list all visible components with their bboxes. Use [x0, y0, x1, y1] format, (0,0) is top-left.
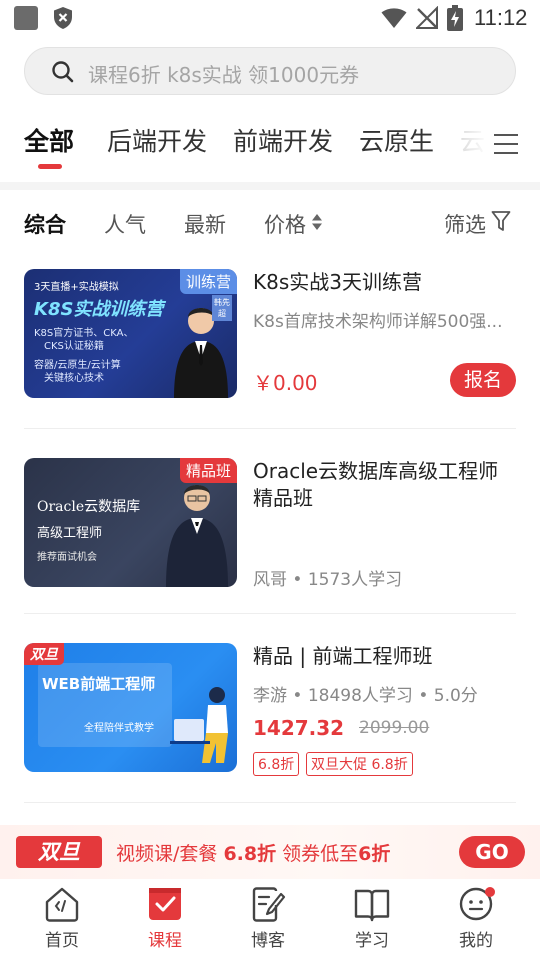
- course-tags: 6.8折 双旦大促 6.8折: [253, 752, 516, 776]
- nav-courses[interactable]: 课程: [125, 885, 205, 951]
- course-price: ￥0.00: [253, 371, 318, 395]
- courses-icon: [149, 888, 181, 920]
- clock: 11:12: [474, 5, 528, 30]
- sort-price[interactable]: 价格: [264, 209, 306, 239]
- thumb-text: 3天直播+实战模拟: [34, 282, 119, 293]
- nav-label: 博客: [251, 931, 285, 951]
- blog-icon: [252, 887, 286, 922]
- thumb-text: 全程陪伴式教学: [84, 723, 154, 734]
- course-thumbnail: 3天直播+实战模拟 K8S实战训练营 K8S官方证书、CKA、 CKS认证秘籍 …: [24, 269, 237, 398]
- section-divider: [0, 182, 540, 190]
- course-thumbnail: Oracle云数据库 高级工程师 推荐面试机会 精品班: [24, 458, 237, 587]
- nav-home[interactable]: 首页: [22, 885, 102, 951]
- nav-label: 首页: [45, 931, 79, 951]
- course-price: 1427.32: [253, 716, 345, 740]
- course-subtitle: K8s首席技术架构师详解500强...: [253, 312, 503, 332]
- menu-icon[interactable]: [494, 134, 518, 156]
- divider: [24, 802, 516, 803]
- notification-dot: [485, 887, 495, 897]
- nav-mine[interactable]: 我的: [436, 885, 516, 951]
- signup-button[interactable]: 报名: [450, 363, 516, 397]
- thumb-text: CKS认证秘籍: [44, 341, 104, 352]
- discount-tag: 6.8折: [253, 752, 300, 776]
- course-badge: 训练营: [179, 269, 237, 294]
- sort-bar: 综合 人气 最新 价格 筛选: [0, 195, 540, 250]
- sort-newest[interactable]: 最新: [184, 209, 226, 239]
- course-title: 精品 | 前端工程师班: [253, 644, 433, 668]
- thumb-text: 关键核心技术: [44, 373, 104, 384]
- illustration-developer: [170, 687, 228, 763]
- filter-icon[interactable]: [491, 210, 511, 232]
- thumb-text: 推荐面试机会: [37, 552, 97, 563]
- course-meta: 李游 • 18498人学习 • 5.0分: [253, 686, 478, 706]
- course-badge: 精品班: [179, 458, 237, 483]
- course-title: Oracle云数据库高级工程师精品班: [253, 459, 499, 510]
- promo-banner[interactable]: 双旦 视频课/套餐 6.8折 领券低至6折 GO: [0, 825, 540, 879]
- course-card[interactable]: 3天直播+实战模拟 K8S实战训练营 K8S官方证书、CKA、 CKS认证秘籍 …: [24, 269, 516, 399]
- course-original-price: 2099.00: [359, 718, 430, 738]
- promo-tag: 双旦大促 6.8折: [306, 752, 413, 776]
- teacher-photo: [166, 485, 228, 587]
- battery-charging-icon: [447, 5, 463, 31]
- tab-frontend[interactable]: 前端开发: [233, 122, 333, 158]
- divider: [24, 613, 516, 614]
- sort-arrows-icon: [312, 214, 322, 230]
- teacher-name-tag: 韩先超: [212, 295, 232, 321]
- thumb-heading: WEB前端工程师: [42, 675, 156, 693]
- promo-logo: 双旦: [16, 836, 102, 868]
- no-signal-icon: [416, 6, 438, 29]
- promo-go-button[interactable]: GO: [459, 836, 525, 868]
- search-input[interactable]: 课程6折 k8s实战 领1000元券: [24, 47, 516, 95]
- course-card[interactable]: Oracle云数据库 高级工程师 推荐面试机会 精品班 Oracle云数据库高级…: [24, 458, 516, 590]
- search-icon: [52, 61, 74, 83]
- thumb-heading: K8S实战训练营: [34, 299, 164, 320]
- book-icon: [354, 889, 390, 922]
- nav-blog[interactable]: 博客: [228, 885, 308, 951]
- category-tabs: 全部 后端开发 前端开发 云原生 云: [0, 110, 540, 180]
- nav-label: 学习: [355, 931, 389, 951]
- home-icon: [45, 887, 79, 922]
- tab-backend[interactable]: 后端开发: [107, 122, 207, 158]
- thumb-text: Oracle云数据库: [37, 499, 141, 515]
- divider: [24, 428, 516, 429]
- promo-text: 视频课/套餐 6.8折 领券低至6折: [116, 843, 391, 865]
- course-title: K8s实战3天训练营: [253, 270, 422, 294]
- search-placeholder: 课程6折 k8s实战 领1000元券: [88, 63, 360, 87]
- course-badge: 双旦: [24, 643, 64, 665]
- filter-button[interactable]: 筛选: [444, 209, 486, 239]
- sort-comprehensive[interactable]: 综合: [24, 209, 66, 239]
- tab-all[interactable]: 全部: [24, 122, 74, 158]
- shield-icon: [54, 7, 72, 29]
- thumb-text: 高级工程师: [37, 526, 103, 541]
- nav-label: 课程: [148, 931, 182, 951]
- course-meta: 风哥 • 1573人学习: [253, 570, 403, 590]
- nav-label: 我的: [459, 931, 493, 951]
- notification-icon: [14, 6, 38, 30]
- course-thumbnail: WEB前端工程师 全程陪伴式教学 双旦: [24, 643, 237, 772]
- course-card[interactable]: WEB前端工程师 全程陪伴式教学 双旦 精品 | 前端工程师班 李游 • 184…: [24, 643, 516, 776]
- wifi-icon: [381, 8, 407, 28]
- tab-cloud-native[interactable]: 云原生: [359, 122, 434, 158]
- bottom-navigation: 首页 课程 博客 学习 我的: [0, 879, 540, 960]
- tab-active-indicator: [38, 164, 62, 169]
- sort-popular[interactable]: 人气: [104, 209, 146, 239]
- status-bar: 11:12: [0, 0, 540, 36]
- nav-study[interactable]: 学习: [332, 885, 412, 951]
